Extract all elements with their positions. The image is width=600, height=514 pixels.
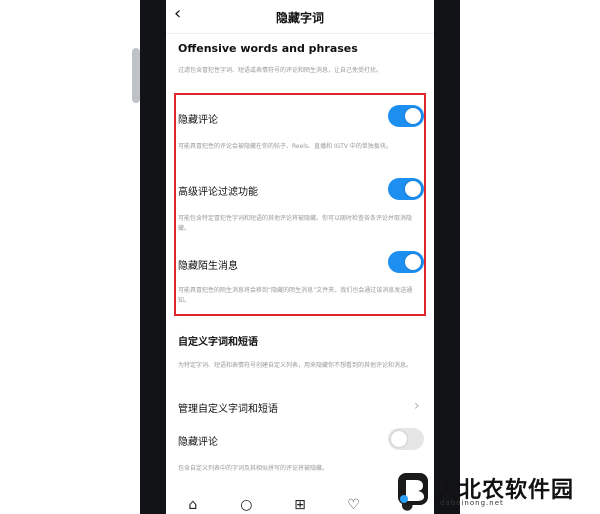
hide-message-requests-label: 隐藏陌生消息 (178, 261, 238, 272)
watermark: 大北农软件园 dabeinong.net (396, 469, 596, 509)
advanced-filter-description: 可能包含特定冒犯性字词和短语的其他评论将被隐藏。你可以随时检查各条评论并取消隐藏… (178, 215, 413, 232)
custom-description: 为特定字词、短语和表情符号创建自定义列表，用来隐藏你不想看到的其他评论和消息。 (178, 362, 413, 369)
hide-comments-label: 隐藏评论 (178, 115, 218, 126)
add-post-icon[interactable]: ⊞ (291, 496, 309, 514)
hide-message-requests-description: 可能具冒犯性的陌生消息将会移到“隐藏的陌生消息”文件夹。我们也会通过该消息发送通… (178, 287, 413, 304)
toggle-knob (405, 254, 421, 270)
hide-custom-comments-label: 隐藏评论 (178, 437, 218, 448)
heart-icon[interactable]: ♡ (345, 496, 363, 514)
manage-custom-words-item[interactable]: 管理自定义字词和短语 (178, 400, 278, 415)
toggle-knob (391, 431, 407, 447)
phone-side-button (132, 48, 140, 103)
advanced-filter-label: 高级评论过滤功能 (178, 187, 258, 198)
hide-comments-toggle[interactable] (388, 105, 424, 127)
page-title: 隐藏字词 (275, 11, 324, 25)
watermark-subtext: dabeinong.net (440, 499, 504, 507)
phone-bezel-right (432, 0, 460, 514)
hide-custom-comments-description: 包含自定义列表中的字词及其相似拼写的评论将被隐藏。 (178, 465, 329, 472)
hide-message-requests-toggle[interactable] (388, 251, 424, 273)
bottom-tab-bar: ⌂ ○ ⊞ ♡ ● (166, 496, 434, 514)
advanced-filter-toggle[interactable] (388, 178, 424, 200)
home-icon[interactable]: ⌂ (184, 496, 202, 514)
toggle-knob (405, 108, 421, 124)
hide-comments-description: 可能具冒犯性的评论会被隐藏在你的帖子、Reels、直播和 IGTV 中的单独板块… (178, 143, 392, 150)
settings-screen: ‹ 隐藏字词 Offensive words and phrases 过滤包含冒… (166, 0, 434, 514)
custom-section-title: 自定义字词和短语 (178, 337, 258, 348)
offensive-section-title: Offensive words and phrases (178, 42, 358, 55)
toggle-knob (405, 181, 421, 197)
offensive-description: 过滤包含冒犯性字词、短语或表情符号的评论和陌生消息，让自己免受打扰。 (178, 67, 383, 74)
phone-bezel-left (140, 0, 168, 514)
search-icon[interactable]: ○ (237, 496, 255, 514)
watermark-logo-icon (398, 473, 428, 505)
chevron-right-icon[interactable]: › (414, 398, 420, 414)
hide-custom-comments-toggle[interactable] (388, 428, 424, 450)
nav-bar: ‹ 隐藏字词 (166, 0, 434, 34)
highlight-box (174, 93, 426, 316)
